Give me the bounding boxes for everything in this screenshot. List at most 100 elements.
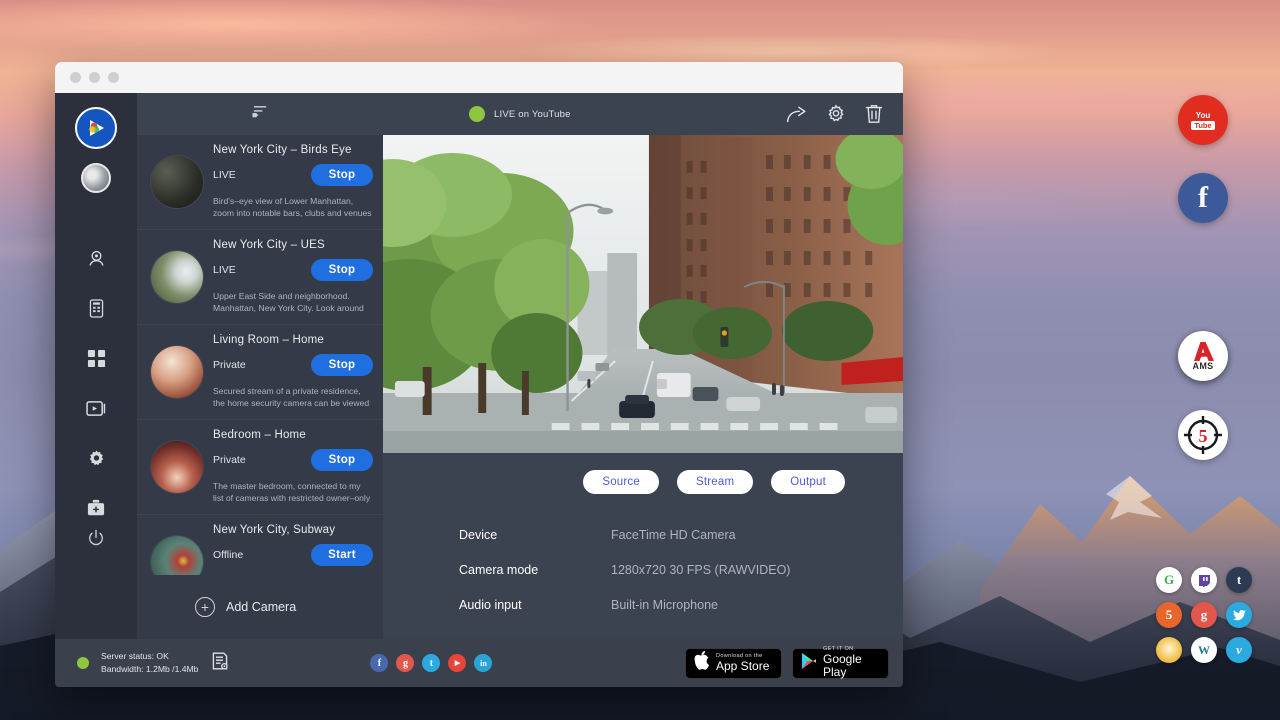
google-plus-icon[interactable]: g (396, 654, 414, 672)
sidebar-item-settings[interactable] (79, 441, 113, 475)
window-close-button[interactable] (70, 72, 81, 83)
add-camera-label: Add Camera (226, 600, 296, 614)
gear-settings-icon (87, 449, 106, 468)
spec-label: Device (459, 528, 611, 542)
camera-status: Private (213, 359, 246, 371)
app-store-button[interactable]: Download on the App Store (685, 648, 782, 679)
trash-icon[interactable] (865, 104, 883, 124)
live-status-badge: LIVE on YouTube (469, 106, 571, 122)
social-links: f g t ▶ in (370, 654, 492, 672)
camera-description: Bird's–eye view of Lower Manhattan, zoom… (213, 195, 373, 220)
linkedin-icon[interactable]: in (474, 654, 492, 672)
adobe-a-glyph (1192, 342, 1214, 361)
camera-list-item[interactable]: New York City – Birds Eye LIVE Stop Bird… (137, 135, 383, 230)
google-play-big-label: Google Play (823, 653, 880, 678)
sidebar-item-apps[interactable] (79, 341, 113, 375)
tab-output[interactable]: Output (771, 470, 845, 494)
five-glyph: 5 (1166, 607, 1173, 623)
spec-value[interactable]: Built-in Microphone (611, 598, 718, 612)
device-list-icon (88, 299, 105, 318)
gear-settings-icon[interactable] (826, 104, 846, 124)
camera-description: The master bedroom, connected to my list… (213, 480, 373, 505)
camera-title: New York City, Subway (213, 524, 373, 536)
log-document-icon[interactable] (212, 652, 228, 675)
youtube-icon[interactable]: ▶ (448, 654, 466, 672)
app-logo[interactable] (75, 107, 117, 149)
live-status-label: LIVE on YouTube (494, 109, 571, 120)
spec-value[interactable]: FaceTime HD Camera (611, 528, 736, 542)
window-maximize-button[interactable] (108, 72, 119, 83)
channel-5-icon[interactable]: 5 (1178, 410, 1228, 460)
facebook-icon[interactable]: f (370, 654, 388, 672)
tumblr-glyph: t (1237, 572, 1241, 588)
twitter-bird-glyph (1233, 610, 1246, 621)
camera-list-panel: New York City – Birds Eye LIVE Stop Bird… (137, 93, 383, 639)
camera-list-item[interactable]: New York City – UES LIVE Stop Upper East… (137, 230, 383, 325)
add-camera-button[interactable]: + Add Camera (137, 575, 383, 639)
status-bar: Server status: OK Bandwidth: 1.2Mb /1.4M… (55, 639, 903, 687)
spec-label: Audio input (459, 598, 611, 612)
user-avatar[interactable] (81, 163, 111, 193)
vimeo-glyph: v (1236, 642, 1242, 658)
toolkit-plus-icon (86, 499, 106, 517)
camera-action-button[interactable]: Stop (311, 449, 373, 471)
source-spec-list: Device FaceTime HD Camera Camera mode 12… (383, 494, 903, 639)
server-status-text: Server status: OK Bandwidth: 1.2Mb /1.4M… (101, 650, 198, 676)
spec-row-camera-mode: Camera mode 1280x720 30 FPS (RAWVIDEO) (459, 563, 903, 577)
spec-value[interactable]: 1280x720 30 FPS (RAWVIDEO) (611, 563, 790, 577)
bandwidth-line: Bandwidth: 1.2Mb /1.4Mb (101, 664, 198, 674)
camera-action-button[interactable]: Stop (311, 354, 373, 376)
camera-list-item[interactable]: New York City, Subway Offline Start New … (137, 515, 383, 575)
nyc-birds-eye-thumb (151, 156, 203, 208)
power-icon (87, 529, 105, 547)
5-icon[interactable]: 5 (1156, 602, 1182, 628)
grabyo-icon[interactable]: G (1156, 567, 1182, 593)
camera-status: Private (213, 454, 246, 466)
camera-list-item[interactable]: Living Room – Home Private Stop Secured … (137, 325, 383, 420)
camera-status: LIVE (213, 169, 236, 181)
wordpress-glyph: W (1198, 643, 1210, 658)
flare-icon[interactable] (1156, 637, 1182, 663)
window-minimize-button[interactable] (89, 72, 100, 83)
google-play-button[interactable]: GET IT ON Google Play (792, 648, 889, 679)
left-nav-rail (55, 93, 137, 639)
camera-title: New York City – Birds Eye (213, 144, 373, 156)
camera-title: New York City – UES (213, 239, 373, 251)
app-window: New York City – Birds Eye LIVE Stop Bird… (55, 62, 903, 687)
nyc-subway-thumb (151, 536, 203, 575)
video-preview[interactable] (383, 135, 903, 453)
youtube-icon[interactable]: You Tube (1178, 95, 1228, 145)
plus-icon: + (195, 597, 215, 617)
google-plus-icon[interactable]: g (1191, 602, 1217, 628)
sidebar-item-toolkit[interactable] (79, 491, 113, 525)
camera-description: Secured stream of a private residence, t… (213, 385, 373, 410)
twitch-icon[interactable] (1191, 567, 1217, 593)
camera-action-button[interactable]: Stop (311, 164, 373, 186)
sort-filter-icon[interactable] (252, 104, 269, 124)
camera-action-button[interactable]: Stop (311, 259, 373, 281)
spec-row-device: Device FaceTime HD Camera (459, 528, 903, 542)
apple-icon (694, 651, 710, 675)
svg-text:5: 5 (1199, 426, 1208, 446)
twitter-icon[interactable]: t (422, 654, 440, 672)
vimeo-icon[interactable]: v (1226, 637, 1252, 663)
share-arrow-icon[interactable] (786, 106, 807, 123)
sidebar-item-devices[interactable] (79, 291, 113, 325)
sidebar-item-broadcast[interactable] (79, 241, 113, 275)
camera-list-item[interactable]: Bedroom – Home Private Stop The master b… (137, 420, 383, 515)
twitter-icon[interactable] (1226, 602, 1252, 628)
tab-stream[interactable]: Stream (677, 470, 753, 494)
camera-list-header (137, 93, 383, 135)
camera-action-button[interactable]: Start (311, 544, 373, 566)
wordpress-icon[interactable]: W (1191, 637, 1217, 663)
tab-source[interactable]: Source (583, 470, 659, 494)
facebook-icon[interactable]: f (1178, 173, 1228, 223)
spec-row-audio-input: Audio input Built-in Microphone (459, 598, 903, 612)
grabyo-glyph: G (1164, 572, 1174, 588)
sidebar-item-monitor[interactable] (79, 391, 113, 425)
adobe-ams-icon[interactable]: AMS (1178, 331, 1228, 381)
camera-list-scroll[interactable]: New York City – Birds Eye LIVE Stop Bird… (137, 135, 383, 575)
sidebar-item-power[interactable] (79, 521, 113, 555)
tumblr-icon[interactable]: t (1226, 567, 1252, 593)
stage-tabs: Source Stream Output (383, 453, 903, 494)
